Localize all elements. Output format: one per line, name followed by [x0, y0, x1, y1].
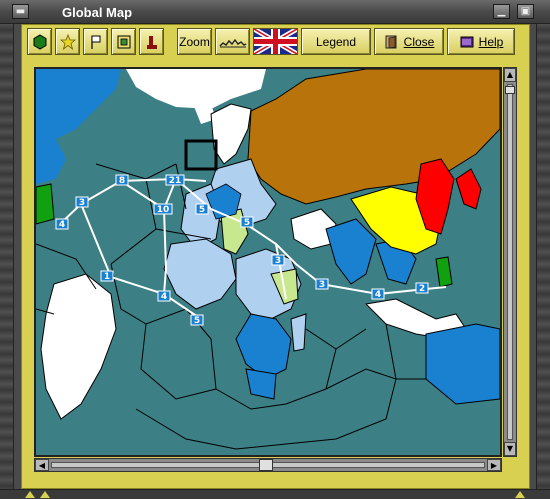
route-label: 5 [244, 218, 250, 228]
window-frame-left [0, 0, 14, 499]
route-label: 10 [157, 205, 170, 215]
vertical-scroll-thumb[interactable] [505, 86, 515, 94]
grid-icon [117, 35, 130, 48]
zoom-label: Zoom [179, 34, 210, 49]
industry-toggle-button[interactable] [139, 28, 164, 55]
horizontal-scroll-thumb[interactable] [259, 459, 273, 471]
route-label: 3 [79, 198, 85, 208]
route-label: 8 [119, 176, 125, 186]
window-frame-right [536, 0, 550, 499]
flags-toggle-button[interactable] [83, 28, 108, 55]
zoom-button[interactable]: Zoom [177, 28, 212, 55]
map-canvas[interactable]: 8 21 3 10 4 5 5 1 3 4 3 4 2 5 [36, 69, 500, 455]
world-map[interactable]: 8 21 3 10 4 5 5 1 3 4 3 4 2 5 [34, 67, 502, 457]
scroll-left-arrow-icon[interactable]: ◀ [35, 459, 49, 471]
flag-icon [90, 35, 100, 49]
resources-toggle-button[interactable] [55, 28, 80, 55]
mexico-region [36, 183, 55, 225]
resize-grip-icon [515, 491, 525, 498]
horizontal-scrollbar[interactable]: ◀ ▶ [34, 458, 502, 472]
route-label: 3 [275, 256, 281, 266]
scroll-down-arrow-icon[interactable]: ▼ [504, 442, 516, 456]
route-label: 5 [199, 205, 205, 215]
nation-flag-button[interactable] [253, 28, 298, 55]
route-label: 4 [375, 290, 381, 300]
minimize-button[interactable]: ▁ [493, 4, 510, 19]
terrain-toggle-button[interactable] [215, 28, 250, 55]
madagascar-region [290, 313, 307, 352]
resize-grip-icon [40, 491, 50, 498]
legend-label: Legend [315, 34, 357, 49]
title-bar[interactable]: ▬ Global Map ▁ ▣ [0, 0, 550, 24]
grid-toggle-button[interactable] [111, 28, 136, 55]
units-toggle-button[interactable] [27, 28, 52, 55]
global-map-window: ▬ Global Map ▁ ▣ Zoom Legend Close Help … [0, 0, 550, 499]
route-label: 21 [169, 176, 182, 186]
scroll-right-arrow-icon[interactable]: ▶ [487, 459, 501, 471]
vertical-scrollbar[interactable]: ▲ ▼ [503, 67, 517, 457]
help-label: Help [478, 34, 504, 49]
close-window-button[interactable]: ▣ [517, 4, 534, 19]
route-label: 1 [104, 272, 110, 282]
window-title: Global Map [62, 5, 133, 20]
terrain-icon [219, 38, 246, 47]
star-icon [59, 33, 76, 50]
route-label: 3 [319, 280, 325, 290]
vertical-scroll-track[interactable] [507, 84, 513, 440]
resize-grip-icon [25, 491, 35, 498]
union-jack-flag-icon [254, 29, 297, 54]
route-label: 2 [419, 284, 425, 294]
window-menu-button[interactable]: ▬ [12, 4, 29, 19]
factory-icon [146, 35, 157, 49]
route-label: 4 [59, 220, 65, 230]
window-footer [0, 489, 550, 499]
help-button[interactable]: Help [447, 28, 515, 55]
scroll-up-arrow-icon[interactable]: ▲ [504, 68, 516, 82]
route-label: 4 [161, 292, 167, 302]
help-book-icon [460, 36, 474, 47]
close-label: Close [403, 34, 435, 49]
close-button[interactable]: Close [374, 28, 444, 55]
close-door-icon [385, 35, 397, 48]
hexagon-icon [33, 33, 46, 50]
route-label: 5 [194, 316, 200, 326]
map-panel: Zoom Legend Close Help 8 21 3 10 4 5 5 1… [21, 24, 530, 489]
legend-button[interactable]: Legend [301, 28, 371, 55]
